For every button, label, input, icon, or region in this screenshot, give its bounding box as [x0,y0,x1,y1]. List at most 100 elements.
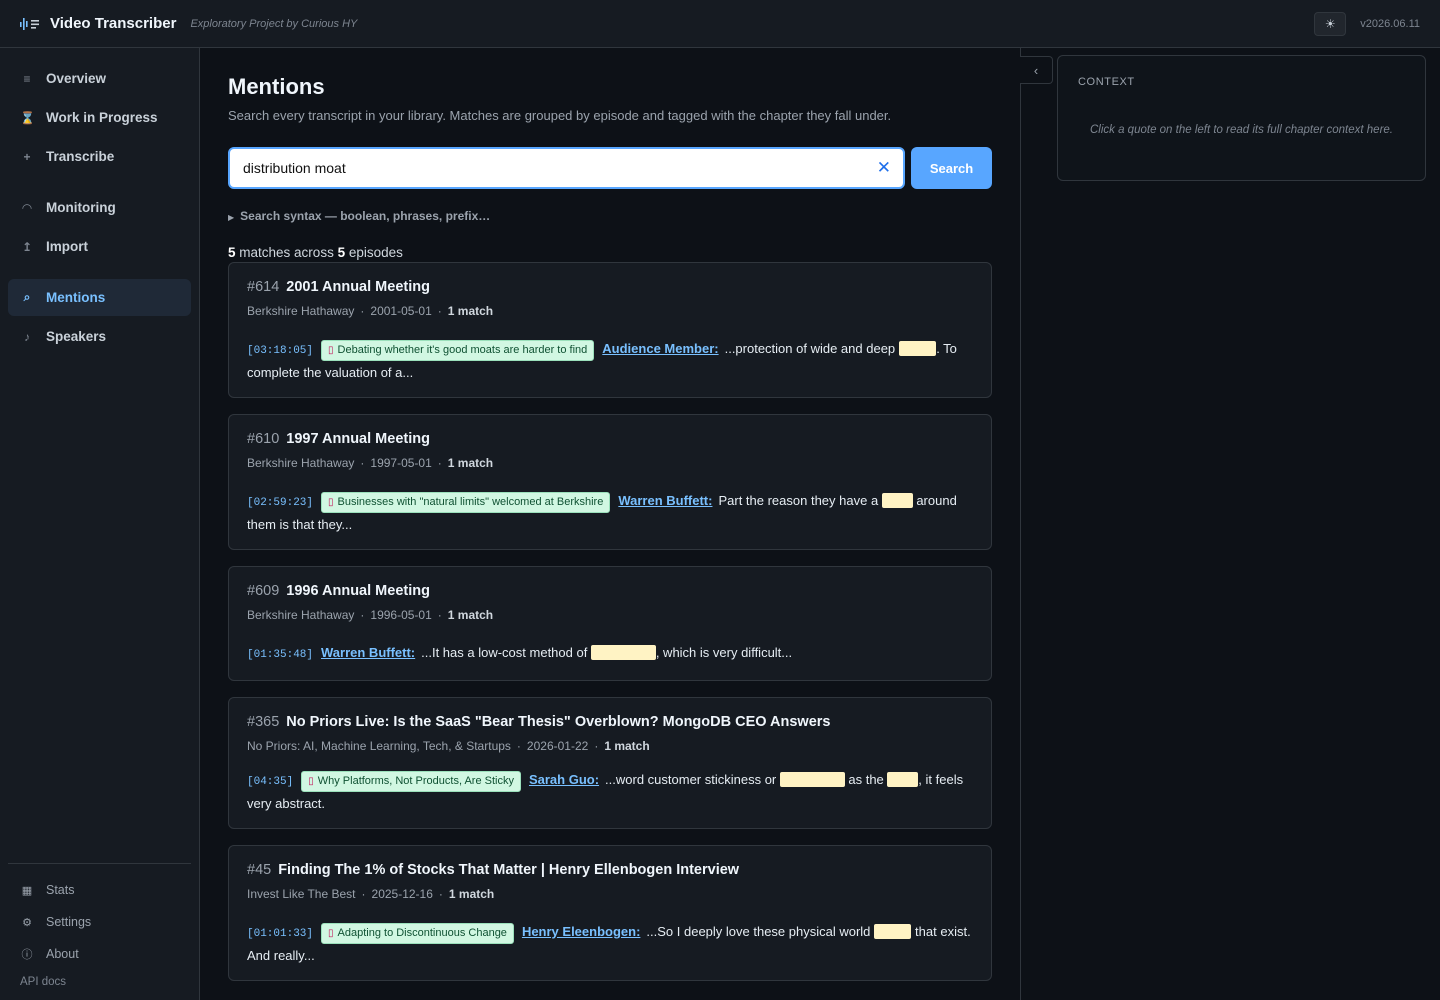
sidebar-item-overview[interactable]: ≡ Overview [8,60,191,97]
sidebar-item-label: Monitoring [46,200,116,215]
list-icon: ≡ [23,71,31,86]
timestamp-link[interactable]: [01:01:33] [247,928,313,940]
search-button[interactable]: Search [911,147,992,189]
timestamp-link[interactable]: [01:35:48] [247,649,313,661]
sidebar-item-label: Transcribe [46,149,115,164]
highlight-term: distribution [779,772,845,787]
quote-text: ...word customer stickiness or [605,772,780,787]
sidebar-item-label: About [46,947,79,961]
sidebar-item-label: Mentions [46,290,106,305]
chapter-tag[interactable]: ▯ Debating whether it's good moats are ha… [321,340,595,361]
chapter-label: Adapting to Discontinuous Change [337,927,507,939]
sidebar-item-stats[interactable]: ▦ Stats [8,874,191,906]
chapter-tag[interactable]: ▯ Businesses with "natural limits" welcom… [321,492,611,513]
result-card: #609 1996 Annual Meeting Berkshire Hathaw… [228,566,992,681]
episode-meta: Berkshire Hathaway · 2001-05-01 · 1 match [247,304,494,318]
episode-date: 2001-05-01 [370,304,432,318]
highlight-term: moats [874,924,912,939]
episode-meta: Invest Like The Best · 2025-12-16 · 1 match [247,887,495,901]
context-hint: Click a quote on the left to read its fu… [1089,124,1393,136]
quote-text: ...It has a low-cost method of [421,645,591,660]
episode-title[interactable]: No Priors Live: Is the SaaS "Bear Thesis… [286,714,830,730]
search-syntax-toggle[interactable]: ▶ Search syntax — boolean, phrases, prefi… [228,209,992,223]
expand-triangle-icon: ▶ [228,213,235,222]
version-label: v2026.06.11 [1360,17,1420,30]
episode-title[interactable]: 2001 Annual Meeting [286,279,430,295]
stats-icon: ▦ [21,884,33,897]
speaker-link[interactable]: Warren Buffett: [321,645,415,660]
episode-title[interactable]: Finding The 1% of Stocks That Matter | H… [278,862,739,878]
waveform-logo-icon [20,17,40,31]
episode-title[interactable]: 1996 Annual Meeting [286,583,430,599]
gear-icon: ⚙ [22,916,32,929]
episode-number: #614 [247,279,280,295]
episode-match-count: 1 match [447,456,494,470]
theme-toggle-button[interactable]: ☀ [1314,11,1347,36]
sidebar-item-settings[interactable]: ⚙ Settings [8,906,191,938]
context-column [1020,48,1440,1000]
result-card: #365 No Priors Live: Is the SaaS "Bear Th… [228,697,992,829]
episode-number: #365 [247,714,280,730]
speaker-link[interactable]: Sarah Guo: [529,772,599,787]
episode-meta: Berkshire Hathaway · 1997-05-01 · 1 match [247,456,494,470]
hourglass-icon: ⌛ [20,110,35,125]
channel-name: No Priors: AI, Machine Learning, Tech, &… [247,739,511,753]
highlight-term: moats [898,341,937,356]
context-panel: CONTEXT Click a quote on the left to rea… [1057,55,1426,181]
highlight-term: moat [881,493,913,508]
match-quote[interactable]: [01:35:48] Warren Buffett: ...It has a low… [247,642,973,666]
episode-date: 1996-05-01 [370,608,432,622]
chevron-left-icon: ‹ [1033,62,1039,78]
episode-meta: No Priors: AI, Machine Learning, Tech, &… [247,739,650,753]
chapter-tag[interactable]: ▯ Adapting to Discontinuous Change [321,923,514,944]
sidebar-item-work-in-progress[interactable]: ⌛ Work in Progress [8,99,191,136]
clear-search-icon[interactable]: ✕ [877,158,891,178]
timestamp-link[interactable]: [03:18:05] [247,345,313,357]
quote-text: as the [844,772,888,787]
speaker-link[interactable]: Warren Buffett: [618,493,712,508]
episode-date: 2025-12-16 [371,887,433,901]
sidebar-item-speakers[interactable]: ♪ Speakers [8,318,191,355]
chapter-tag[interactable]: ▯ Why Platforms, Not Products, Are Sticky [301,771,521,792]
episode-meta: Berkshire Hathaway · 1996-05-01 · 1 match [247,608,494,622]
episode-number: #610 [247,431,280,447]
bookmark-icon: ▯ [328,497,334,508]
signal-icon: ◠ [22,200,32,215]
search-input[interactable] [230,149,903,187]
channel-name: Berkshire Hathaway [247,456,355,470]
sidebar-item-about[interactable]: ⓘ About [8,938,191,970]
episode-title[interactable]: 1997 Annual Meeting [286,431,430,447]
search-syntax-label: Search syntax — boolean, phrases, prefix… [240,209,491,223]
quote-text: ...protection of wide and deep [724,341,899,356]
sidebar-item-transcribe[interactable]: + Transcribe [8,138,191,175]
bookmark-icon: ▯ [308,776,314,787]
sidebar-item-import[interactable]: ↥ Import [8,228,191,265]
api-docs-link[interactable]: API docs [8,970,191,988]
bookmark-icon: ▯ [328,345,334,356]
sun-icon: ☀ [1324,16,1336,31]
collapse-panel-button[interactable]: ‹ [1020,56,1053,84]
sidebar-item-label: Stats [46,883,75,897]
page-description: Search every transcript in your library.… [228,108,892,123]
bookmark-icon: ▯ [328,928,334,939]
sidebar: ≡ Overview ⌛ Work in Progress + Transcri… [0,48,200,1000]
match-quote[interactable]: [03:18:05] ▯ Debating whether it's good mo… [247,338,973,383]
quote-text: ...So I deeply love these physical world [646,924,875,939]
chapter-label: Debating whether it's good moats are har… [337,344,588,356]
match-quote[interactable]: [01:01:33] ▯ Adapting to Discontinuous Cha… [247,921,973,966]
match-quote[interactable]: [02:59:23] ▯ Businesses with "natural limi… [247,490,973,535]
import-icon: ↥ [21,239,33,254]
timestamp-link[interactable]: [02:59:23] [247,497,313,509]
speaker-link[interactable]: Henry Eleenbogen: [522,924,640,939]
music-note-icon: ♪ [24,329,30,344]
sidebar-item-monitoring[interactable]: ◠ Monitoring [8,189,191,226]
sidebar-item-mentions[interactable]: ⌕ Mentions [8,279,191,316]
speaker-link[interactable]: Audience Member: [602,341,718,356]
match-quote[interactable]: [04:35] ▯ Why Platforms, Not Products, Are… [247,769,973,814]
sidebar-item-label: Work in Progress [46,110,158,125]
top-bar: Video Transcriber Exploratory Project by… [0,0,1440,48]
results-summary: 5 matches across 5 episodes [228,245,992,260]
sidebar-item-label: Settings [46,915,92,929]
timestamp-link[interactable]: [04:35] [247,776,293,788]
highlight-term: moat [887,772,919,787]
